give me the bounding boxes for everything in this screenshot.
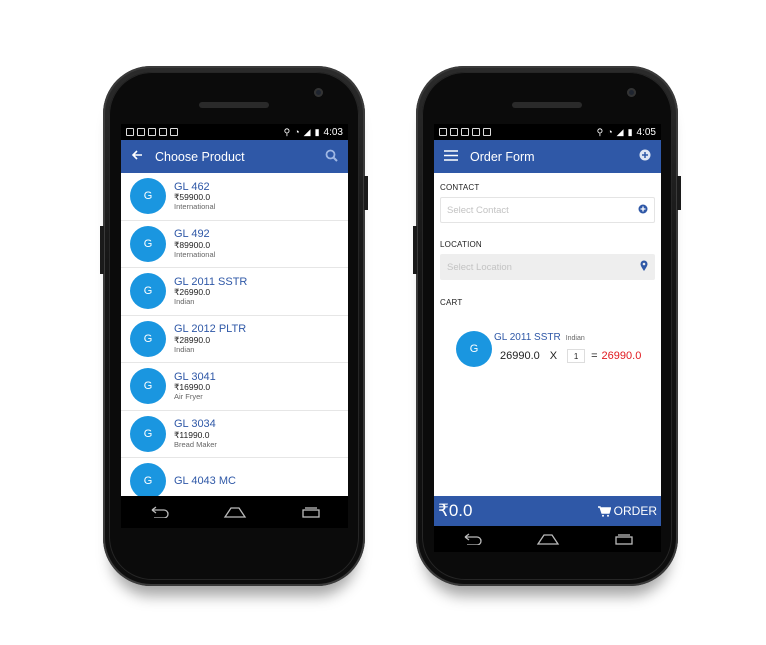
avatar: G bbox=[130, 320, 166, 357]
side-button bbox=[413, 226, 417, 274]
location-icon: ⚲ bbox=[283, 126, 291, 137]
avatar: G bbox=[130, 225, 166, 262]
order-button-label: ORDER bbox=[613, 504, 657, 518]
page-title: Choose Product bbox=[155, 149, 245, 164]
page-title: Order Form bbox=[470, 149, 535, 164]
app-bar: Order Form bbox=[434, 140, 661, 173]
location-icon: ⚲ bbox=[596, 126, 604, 137]
contact-field[interactable]: Select Contact bbox=[440, 197, 655, 223]
notification-icon bbox=[483, 128, 491, 136]
screen: ⚲ ◔ ◢ ▮ 4:03 Choose Product G GL 462 ₹599… bbox=[121, 124, 348, 496]
back-arrow-icon[interactable] bbox=[131, 149, 143, 164]
signal-icon: ◢ bbox=[616, 126, 624, 137]
product-category: Bread Maker bbox=[174, 439, 217, 449]
cart-item: G GL 2011 SSTR Indian 26990.0 X 1 = 26990… bbox=[440, 327, 655, 367]
notification-icon bbox=[472, 128, 480, 136]
menu-icon[interactable] bbox=[444, 149, 458, 164]
phone-right: ⚲ ◔ ◢ ▮ 4:05 Order Form CONTACT Select C… bbox=[413, 66, 681, 586]
unit-price: 26990.0 bbox=[500, 350, 540, 362]
notification-icon bbox=[461, 128, 469, 136]
nav-home-icon[interactable] bbox=[223, 506, 247, 518]
equals-sign: = bbox=[591, 350, 598, 362]
avatar: G bbox=[130, 415, 166, 452]
nav-back-icon[interactable] bbox=[148, 506, 170, 518]
status-time: 4:03 bbox=[323, 126, 343, 138]
product-category: Indian bbox=[174, 297, 195, 307]
notification-icon bbox=[126, 128, 134, 136]
android-nav-bar bbox=[121, 496, 348, 528]
avatar: G bbox=[456, 331, 492, 367]
quantity-field[interactable]: 1 bbox=[567, 349, 586, 363]
app-bar: Choose Product bbox=[121, 140, 348, 173]
product-name: GL 3034 bbox=[174, 418, 216, 431]
side-button bbox=[364, 176, 368, 210]
order-button[interactable]: ORDER bbox=[597, 504, 657, 518]
battery-icon: ▮ bbox=[314, 126, 320, 137]
nav-home-icon[interactable] bbox=[536, 533, 560, 545]
nav-back-icon[interactable] bbox=[461, 533, 483, 545]
list-item[interactable]: G GL 462 ₹59900.0 International bbox=[121, 173, 348, 221]
nav-recents-icon[interactable] bbox=[300, 506, 322, 518]
side-button bbox=[100, 226, 104, 274]
search-icon[interactable] bbox=[325, 149, 338, 165]
product-category: Air Fryer bbox=[174, 392, 203, 402]
cart-item-name: GL 2011 SSTR bbox=[494, 332, 561, 343]
status-bar: ⚲ ◔ ◢ ▮ 4:03 bbox=[121, 124, 348, 140]
speaker bbox=[512, 102, 582, 108]
product-category: International bbox=[174, 249, 216, 259]
android-nav-bar bbox=[434, 526, 661, 552]
camera bbox=[314, 88, 323, 97]
cart-item-category: Indian bbox=[565, 335, 585, 342]
location-field[interactable]: Select Location bbox=[440, 254, 655, 280]
line-total: 26990.0 bbox=[601, 350, 642, 362]
product-list: G GL 462 ₹59900.0 International G GL 492 ₹8… bbox=[121, 173, 348, 496]
order-footer: ₹0.0 ORDER bbox=[434, 496, 661, 526]
list-item[interactable]: G GL 2011 SSTR ₹26990.0 Indian bbox=[121, 268, 348, 316]
location-label: LOCATION bbox=[440, 240, 482, 249]
list-item[interactable]: G GL 4043 MC bbox=[121, 458, 348, 496]
notification-icon bbox=[170, 128, 178, 136]
product-name: GL 4043 MC bbox=[174, 474, 236, 487]
notification-icon bbox=[148, 128, 156, 136]
add-circle-icon[interactable] bbox=[639, 149, 651, 164]
notification-icon bbox=[439, 128, 447, 136]
avatar: G bbox=[130, 178, 166, 215]
status-time: 4:05 bbox=[636, 126, 656, 138]
notification-icon bbox=[159, 128, 167, 136]
list-item[interactable]: G GL 492 ₹89900.0 International bbox=[121, 221, 348, 268]
contact-label: CONTACT bbox=[440, 183, 480, 192]
screen: ⚲ ◔ ◢ ▮ 4:05 Order Form CONTACT Select C… bbox=[434, 124, 661, 526]
wifi-icon: ◔ bbox=[294, 126, 300, 137]
product-name: GL 2012 PLTR bbox=[174, 323, 247, 336]
avatar: G bbox=[130, 273, 166, 310]
footer-amount: ₹0.0 bbox=[438, 501, 473, 520]
phone-left: ⚲ ◔ ◢ ▮ 4:03 Choose Product G GL 462 ₹599… bbox=[100, 66, 368, 586]
product-category: International bbox=[174, 202, 216, 212]
speaker bbox=[199, 102, 269, 108]
status-bar: ⚲ ◔ ◢ ▮ 4:05 bbox=[434, 124, 661, 140]
list-item[interactable]: G GL 3034 ₹11990.0 Bread Maker bbox=[121, 411, 348, 458]
battery-icon: ▮ bbox=[627, 126, 633, 137]
signal-icon: ◢ bbox=[303, 126, 311, 137]
contact-placeholder: Select Contact bbox=[447, 204, 509, 216]
product-category: Indian bbox=[174, 344, 195, 354]
nav-recents-icon[interactable] bbox=[613, 533, 635, 545]
cart-label: CART bbox=[440, 298, 463, 307]
camera bbox=[627, 88, 636, 97]
cart-icon bbox=[597, 505, 611, 517]
location-placeholder: Select Location bbox=[447, 261, 512, 273]
add-circle-icon[interactable] bbox=[638, 204, 648, 217]
notification-icon bbox=[137, 128, 145, 136]
avatar: G bbox=[130, 368, 166, 405]
avatar: G bbox=[130, 463, 166, 496]
times-sign: X bbox=[549, 350, 558, 362]
list-item[interactable]: G GL 3041 ₹16990.0 Air Fryer bbox=[121, 363, 348, 411]
side-button bbox=[677, 176, 681, 210]
wifi-icon: ◔ bbox=[607, 126, 613, 137]
product-name: GL 492 bbox=[174, 228, 210, 241]
notification-icon bbox=[450, 128, 458, 136]
list-item[interactable]: G GL 2012 PLTR ₹28990.0 Indian bbox=[121, 316, 348, 363]
map-marker-icon[interactable] bbox=[640, 260, 648, 274]
